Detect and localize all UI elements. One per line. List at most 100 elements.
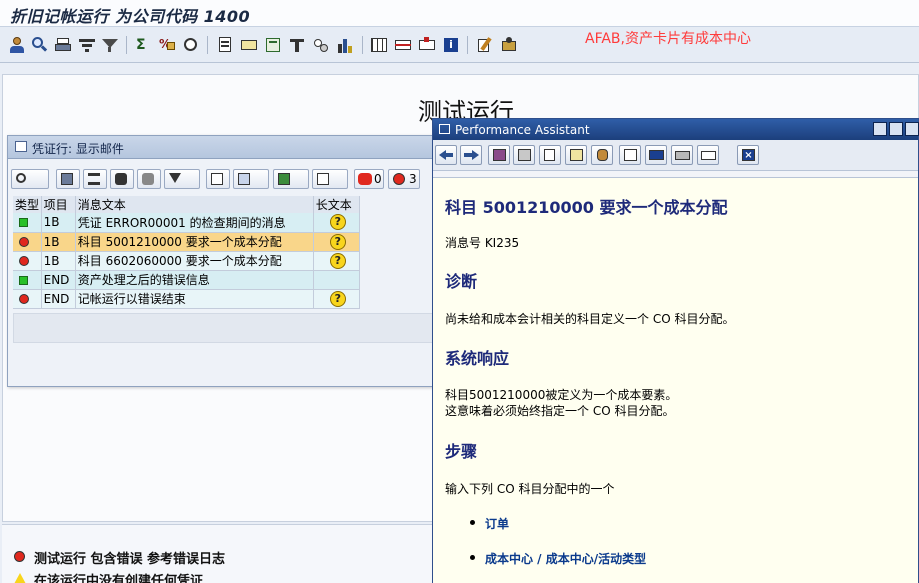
find-button[interactable] xyxy=(110,169,134,189)
print-button[interactable] xyxy=(697,145,719,165)
binoculars-icon xyxy=(115,173,127,185)
detail-icon[interactable] xyxy=(182,36,200,54)
print-preview-button[interactable] xyxy=(671,145,693,165)
table-row[interactable]: END 资产处理之后的错误信息 xyxy=(13,270,361,290)
settings-icon[interactable] xyxy=(500,36,518,54)
funnel-icon xyxy=(169,173,181,183)
column-header-type[interactable]: 类型 xyxy=(13,196,42,213)
filter-button[interactable] xyxy=(83,169,107,189)
card-button[interactable] xyxy=(645,145,667,165)
change-layout-icon[interactable] xyxy=(394,36,412,54)
export-icon[interactable] xyxy=(216,36,234,54)
item-cell: 1B xyxy=(41,232,76,252)
document-icon xyxy=(624,149,637,161)
glossary-button[interactable] xyxy=(488,145,510,165)
mail-send-icon[interactable] xyxy=(240,36,258,54)
forward-button[interactable] xyxy=(460,145,482,165)
message-heading: 科目 5001210000 要求一个成本分配 xyxy=(445,198,728,217)
table-row[interactable]: 1B 凭证 ERROR00001 的检查期间的消息 ? xyxy=(13,213,361,233)
book-icon xyxy=(493,149,506,161)
edit-button[interactable] xyxy=(539,145,561,165)
technical-info-button[interactable] xyxy=(11,169,49,189)
card-icon xyxy=(649,150,664,160)
text-cell: 科目 6602060000 要求一个成本分配 xyxy=(75,251,314,271)
info-icon[interactable]: i xyxy=(442,36,460,54)
subtotal-icon[interactable]: % xyxy=(158,36,176,54)
performance-assistant-toolbar: × xyxy=(433,140,918,171)
column-header-longtext[interactable]: 长文本 xyxy=(313,196,361,213)
type-cell xyxy=(13,251,42,271)
layout-grid-icon xyxy=(317,173,329,185)
longtext-icon[interactable]: ? xyxy=(329,233,346,250)
response-text-2: 这意味着必须始终指定一个 CO 科目分配。 xyxy=(445,404,675,418)
steps-heading: 步骤 xyxy=(445,442,478,461)
longtext-icon[interactable]: ? xyxy=(329,252,346,269)
select-layout-icon[interactable] xyxy=(418,36,436,54)
notes-button[interactable] xyxy=(565,145,587,165)
layout-button[interactable] xyxy=(312,169,348,189)
type-cell xyxy=(13,232,42,252)
longtext-icon[interactable]: ? xyxy=(329,214,346,231)
error-count-button[interactable]: 3 xyxy=(388,169,420,189)
filter-list-icon[interactable] xyxy=(78,36,96,54)
step-link[interactable]: 成本中心 / 成本中心/活动类型 xyxy=(469,550,646,567)
longtext-cell: ? xyxy=(313,251,361,271)
column-header-text[interactable]: 消息文本 xyxy=(75,196,314,213)
step-link[interactable]: 订单 xyxy=(469,515,509,532)
sum-icon[interactable]: Σ xyxy=(134,36,152,54)
back-button[interactable] xyxy=(435,145,457,165)
message-table-header: 类型 项目 消息文本 长文本 xyxy=(13,196,361,213)
set-filter-button[interactable] xyxy=(164,169,200,189)
printer-icon xyxy=(701,151,716,160)
close-button[interactable] xyxy=(905,122,919,136)
diagnosis-heading: 诊断 xyxy=(445,272,478,291)
stop-count-button[interactable]: 0 xyxy=(354,169,384,189)
text-cell: 记帐运行以错误结束 xyxy=(75,289,314,309)
column-header-item[interactable]: 项目 xyxy=(41,196,76,213)
table-row[interactable]: END 记帐运行以错误结束 ? xyxy=(13,289,361,309)
view-button[interactable] xyxy=(233,169,269,189)
edit-icon[interactable] xyxy=(476,36,494,54)
maximize-button[interactable] xyxy=(889,122,903,136)
steps-text: 输入下列 CO 科目分配中的一个 xyxy=(445,482,615,496)
filter-icon[interactable] xyxy=(101,36,119,54)
performance-assistant-content: 科目 5001210000 要求一个成本分配 消息号 KI235 诊断 尚未给和… xyxy=(433,177,918,583)
minimize-button[interactable] xyxy=(873,122,887,136)
graphic-icon[interactable] xyxy=(312,36,330,54)
find-next-button[interactable] xyxy=(137,169,161,189)
performance-assistant-window: Performance Assistant × 科目 5001210000 要求… xyxy=(432,118,919,583)
notes-icon xyxy=(570,149,583,161)
status-area: 测试运行 包含错误 参考错误日志 在该运行中没有创建任何凭证 xyxy=(2,524,434,583)
type-cell xyxy=(13,270,42,290)
document-button[interactable] xyxy=(619,145,641,165)
printer-icon[interactable] xyxy=(54,36,72,54)
close-icon: × xyxy=(742,149,755,161)
message-table: 类型 项目 消息文本 长文本 1B 凭证 ERROR00001 的检查期间的消息… xyxy=(13,196,361,309)
printer-icon xyxy=(61,173,73,185)
technical-info-button[interactable] xyxy=(513,145,535,165)
person-icon[interactable] xyxy=(8,36,26,54)
message-dialog-footer xyxy=(13,313,439,343)
export-button[interactable] xyxy=(273,169,309,189)
table-row[interactable]: 1B 科目 6602060000 要求一个成本分配 ? xyxy=(13,251,361,271)
diagnosis-text: 尚未给和成本会计相关的科目定义一个 CO 科目分配。 xyxy=(445,312,735,326)
longtext-icon[interactable]: ? xyxy=(329,290,346,307)
print-button[interactable] xyxy=(56,169,80,189)
abc-analysis-icon[interactable] xyxy=(288,36,306,54)
window-icon xyxy=(15,141,27,152)
spreadsheet-icon[interactable] xyxy=(264,36,282,54)
close-help-button[interactable]: × xyxy=(737,145,759,165)
chart-icon[interactable] xyxy=(336,36,354,54)
text-cell: 资产处理之后的错误信息 xyxy=(75,270,314,290)
layout-grid-icon[interactable] xyxy=(370,36,388,54)
magnifier-icon[interactable] xyxy=(30,36,48,54)
red-led-icon xyxy=(19,236,29,247)
user-help-button[interactable] xyxy=(591,145,613,165)
warning-triangle-icon xyxy=(14,573,26,583)
message-dialog-title-bar: 凭证行: 显示邮件 xyxy=(8,136,444,159)
response-heading: 系统响应 xyxy=(445,349,510,368)
document-button[interactable] xyxy=(206,169,230,189)
longtext-cell: ? xyxy=(313,232,361,252)
table-row[interactable]: 1B 科目 5001210000 要求一个成本分配 ? xyxy=(13,232,361,252)
message-dialog: 凭证行: 显示邮件 0 3 类型 项目 消息文本 长文本 1B 凭证 ERROR… xyxy=(7,135,445,387)
